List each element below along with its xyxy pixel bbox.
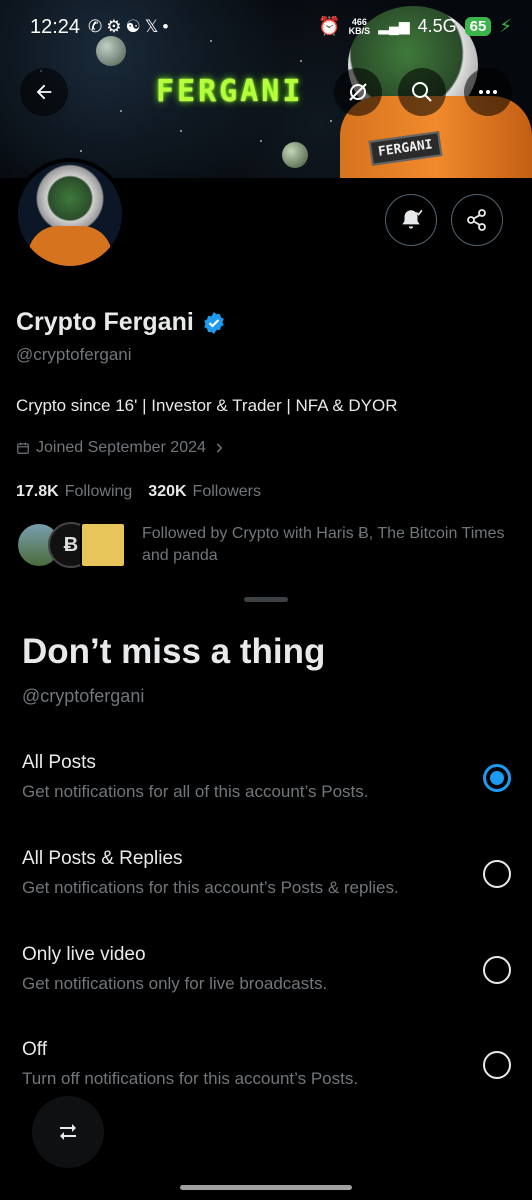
- share-icon: [467, 209, 486, 231]
- network-type: 4.5G: [417, 16, 457, 36]
- discord-icon: ⚙: [106, 17, 126, 36]
- snapchat-icon: ☯: [125, 17, 145, 36]
- option-description: Get notifications only for live broadcas…: [22, 974, 328, 993]
- search-button[interactable]: [398, 68, 446, 116]
- follow-stats: 17.8K Following 320K Followers: [16, 483, 271, 501]
- following-count[interactable]: 17.8K: [16, 483, 59, 501]
- more-icon: [479, 90, 497, 94]
- grok-icon: [349, 83, 367, 101]
- alarm-icon: ⏰: [318, 16, 341, 36]
- charging-icon: ⚡: [499, 16, 512, 36]
- sheet-title: Don’t miss a thing: [22, 632, 326, 671]
- follower-avatar: [80, 522, 126, 568]
- grok-button[interactable]: [334, 68, 382, 116]
- net-speed: 466 KB/S: [348, 16, 371, 36]
- option-all-posts-replies[interactable]: All Posts & Replies Get notifications fo…: [0, 848, 532, 932]
- joined-date[interactable]: Joined September 2024: [16, 439, 226, 457]
- signal-icon: ▂▄▆: [378, 18, 410, 34]
- option-description: Turn off notifications for this account’…: [22, 1069, 359, 1088]
- x-logo-icon: 𝕏: [144, 17, 163, 36]
- option-title: Off: [22, 1039, 47, 1060]
- status-bar: 12:24 ✆⚙☯𝕏• ⏰ 466 KB/S ▂▄▆ 4.5G 65 ⚡: [0, 0, 532, 58]
- repost-fab[interactable]: [32, 1096, 104, 1168]
- whatsapp-icon: ✆: [88, 17, 107, 36]
- calendar-icon: [17, 442, 29, 454]
- radio-unselected[interactable]: [483, 956, 511, 984]
- sheet-grabber[interactable]: [244, 597, 288, 602]
- followed-by[interactable]: Ƀ Followed by Crypto with Haris Ƀ, The B…: [16, 522, 512, 568]
- battery-indicator: 65: [464, 17, 492, 36]
- option-description: Get notifications for this account’s Pos…: [22, 878, 399, 897]
- radio-selected[interactable]: [483, 764, 511, 792]
- notifications-button[interactable]: [385, 194, 437, 246]
- search-icon: [412, 82, 432, 102]
- back-button[interactable]: [20, 68, 68, 116]
- banner-title: FERGANI: [156, 74, 304, 109]
- option-live-video[interactable]: Only live video Get notifications only f…: [0, 944, 532, 1028]
- followed-by-text: Followed by Crypto with Haris Ƀ, The Bit…: [142, 525, 505, 564]
- status-time: 12:24: [30, 16, 81, 38]
- profile-name: Crypto Fergani: [16, 308, 226, 337]
- back-arrow-icon: [36, 84, 52, 100]
- radio-unselected[interactable]: [483, 860, 511, 888]
- chevron-right-icon: [216, 443, 223, 453]
- followers-label[interactable]: Followers: [193, 483, 261, 501]
- avatar-image: [18, 162, 122, 266]
- sheet-handle: @cryptofergani: [22, 686, 145, 706]
- followers-count[interactable]: 320K: [148, 483, 186, 501]
- following-label[interactable]: Following: [65, 483, 133, 501]
- bell-check-icon: [402, 209, 423, 229]
- option-all-posts[interactable]: All Posts Get notifications for all of t…: [0, 752, 532, 836]
- notification-icons: ✆⚙☯𝕏•: [88, 17, 172, 37]
- repost-icon: [60, 1124, 76, 1140]
- profile-handle: @cryptofergani: [16, 345, 132, 364]
- option-title: All Posts & Replies: [22, 848, 183, 869]
- more-button[interactable]: [464, 68, 512, 116]
- verified-badge-icon[interactable]: [202, 311, 226, 335]
- radio-unselected[interactable]: [483, 1051, 511, 1079]
- option-description: Get notifications for all of this accoun…: [22, 782, 369, 801]
- share-button[interactable]: [451, 194, 503, 246]
- status-right: ⏰ 466 KB/S ▂▄▆ 4.5G 65 ⚡: [318, 16, 512, 37]
- option-title: Only live video: [22, 944, 146, 965]
- gesture-home-bar[interactable]: [180, 1185, 352, 1190]
- dot-icon: •: [162, 17, 173, 36]
- profile-bio: Crypto since 16' | Investor & Trader | N…: [16, 396, 398, 415]
- avatar[interactable]: [14, 158, 126, 270]
- option-title: All Posts: [22, 752, 96, 773]
